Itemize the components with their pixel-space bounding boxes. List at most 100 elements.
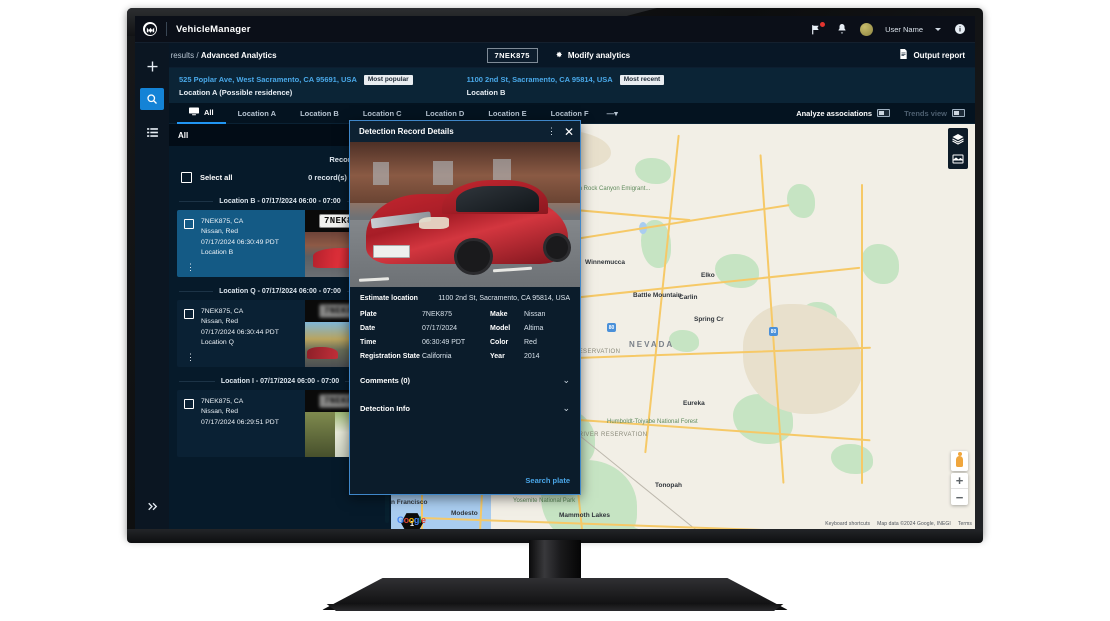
field-label-make: Make — [490, 311, 508, 318]
zoom-in-button[interactable]: + — [951, 473, 968, 489]
map-data-credit: Map data ©2024 Google, INEGI — [877, 521, 951, 527]
record-text: 7NEK875, CA Nissan, Red 07/17/2024 06:29… — [201, 398, 279, 457]
modify-analytics-button[interactable]: Modify analytics — [554, 50, 630, 61]
field-label-time: Time — [360, 339, 377, 346]
group-label: Location I - 07/17/2024 06:00 - 07:00 — [220, 378, 340, 385]
record-timestamp: 07/17/2024 06:29:51 PDT — [201, 418, 279, 426]
output-report-button[interactable]: Output report — [899, 49, 965, 61]
search-icon[interactable] — [140, 88, 164, 110]
plate-filter-chip[interactable]: 7NEK875 — [486, 47, 538, 63]
notification-badge — [820, 21, 826, 27]
select-all-checkbox[interactable] — [181, 172, 192, 183]
map-label: Mammoth Lakes — [559, 512, 610, 519]
vehicle-manager-app: VehicleManager User Name Search results … — [135, 16, 975, 529]
trends-view-switch[interactable] — [952, 109, 965, 117]
record-more-options-icon[interactable]: ⋮ — [186, 353, 195, 362]
field-value-model: Altima — [524, 325, 544, 332]
more-options-icon[interactable]: ⋮ — [547, 127, 556, 136]
map-road — [861, 184, 863, 484]
left-rail — [135, 43, 169, 529]
brand-logo-icon — [143, 22, 157, 36]
comments-accordion[interactable]: Comments (0) ⌄ — [360, 366, 570, 388]
map-label: Eureka — [683, 400, 705, 407]
map-forest — [787, 184, 815, 218]
zoom-out-button[interactable]: − — [951, 489, 968, 505]
tab-all[interactable]: All — [177, 103, 226, 124]
output-report-label: Output report — [913, 50, 965, 60]
record-checkbox[interactable] — [184, 399, 194, 409]
trends-view-label: Trends view — [904, 108, 947, 118]
photo-vehicle-wheel — [453, 237, 493, 276]
analyze-associations-switch[interactable] — [877, 109, 891, 117]
zoom-controls: + − — [951, 473, 968, 505]
location-b-tag: Most recent — [619, 74, 665, 85]
location-a-address[interactable]: 525 Poplar Ave, West Sacramento, CA 9569… — [179, 75, 357, 84]
flag-icon[interactable] — [810, 21, 826, 36]
tab-location-a[interactable]: Location A — [226, 103, 288, 124]
terms-link[interactable]: Terms — [958, 521, 972, 527]
keyboard-shortcuts-link[interactable]: Keyboard shortcuts — [825, 521, 870, 527]
map-label: NEVADA — [629, 340, 675, 349]
close-icon[interactable]: ✕ — [564, 126, 574, 138]
monitor-mockup: VehicleManager User Name Search results … — [0, 0, 1110, 621]
map-label: Battle Mountain — [633, 292, 682, 299]
photo-vehicle-wheel — [543, 233, 571, 263]
user-name: User Name — [885, 24, 923, 34]
record-text: 7NEK875, CA Nissan, Red 07/17/2024 06:30… — [201, 308, 279, 367]
record-checkbox[interactable] — [184, 219, 194, 229]
list-icon[interactable] — [140, 121, 164, 143]
layers-icon[interactable] — [952, 132, 965, 145]
bell-icon[interactable] — [835, 23, 848, 36]
location-summary-b: 1100 2nd St, Sacramento, CA 95814, USA M… — [467, 74, 665, 97]
top-bar-actions: User Name — [810, 21, 966, 36]
group-label: Location Q - 07/17/2024 06:00 - 07:00 — [219, 288, 341, 295]
add-icon[interactable] — [140, 55, 164, 77]
tabs-overflow-icon[interactable]: —▾ — [601, 103, 624, 124]
analyze-associations-label: Analyze associations — [796, 108, 873, 118]
photo-window — [373, 162, 390, 186]
record-vehicle: Nissan, Red — [201, 318, 239, 326]
street-view-icon[interactable] — [951, 451, 968, 471]
trends-view-toggle[interactable]: Trends view — [904, 109, 965, 118]
gear-icon — [554, 50, 563, 61]
group-label: Location B - 07/17/2024 06:00 - 07:00 — [219, 198, 341, 205]
map-label: Carlin — [679, 294, 698, 301]
record-checkbox[interactable] — [184, 309, 194, 319]
divider-line-left — [179, 381, 215, 382]
field-label-color: Color — [490, 339, 509, 346]
photo-vehicle-plate — [373, 244, 410, 258]
detection-info-label: Detection Info — [360, 404, 410, 413]
app-title: VehicleManager — [176, 23, 251, 35]
tab-all-label: All — [204, 107, 214, 117]
modify-analytics-label: Modify analytics — [567, 50, 631, 60]
divider-line-left — [179, 291, 214, 292]
chevron-down-icon[interactable] — [935, 27, 941, 31]
logo-divider — [166, 22, 167, 36]
location-b-address[interactable]: 1100 2nd St, Sacramento, CA 95814, USA — [467, 75, 613, 84]
avatar[interactable] — [860, 22, 874, 36]
double-chevron-right-icon[interactable] — [140, 495, 164, 517]
map-controls — [948, 128, 968, 169]
location-summary-bar: 525 Poplar Ave, West Sacramento, CA 9569… — [169, 68, 975, 103]
record-plate: 7NEK875, CA — [201, 218, 244, 225]
chevron-down-icon: ⌄ — [562, 375, 570, 385]
divider-line-left — [179, 201, 214, 202]
analyze-associations-toggle[interactable]: Analyze associations — [796, 108, 891, 118]
detection-fields-grid: Plate 7NEK875 Make Nissan Date 07/17/202… — [360, 311, 570, 360]
tab-location-b[interactable]: Location B — [288, 103, 351, 124]
document-icon — [899, 49, 908, 61]
search-plate-link[interactable]: Search plate — [350, 466, 580, 494]
detection-info-accordion[interactable]: Detection Info ⌄ — [360, 394, 570, 416]
field-label-year: Year — [490, 353, 505, 360]
location-a-tag: Most popular — [363, 74, 413, 85]
map-attribution: Keyboard shortcuts Map data ©2024 Google… — [825, 521, 972, 527]
satellite-icon[interactable] — [952, 152, 965, 165]
record-more-options-icon[interactable]: ⋮ — [186, 263, 195, 272]
highway-shield-icon: 80 — [769, 327, 778, 336]
record-plate: 7NEK875, CA — [201, 308, 244, 315]
field-label-date: Date — [360, 325, 376, 332]
highway-shield-icon: 80 — [607, 323, 616, 332]
info-icon[interactable] — [953, 23, 966, 36]
monitor-screen: VehicleManager User Name Search results … — [135, 16, 975, 529]
content-area: 525 Poplar Ave, West Sacramento, CA 9569… — [169, 68, 975, 529]
